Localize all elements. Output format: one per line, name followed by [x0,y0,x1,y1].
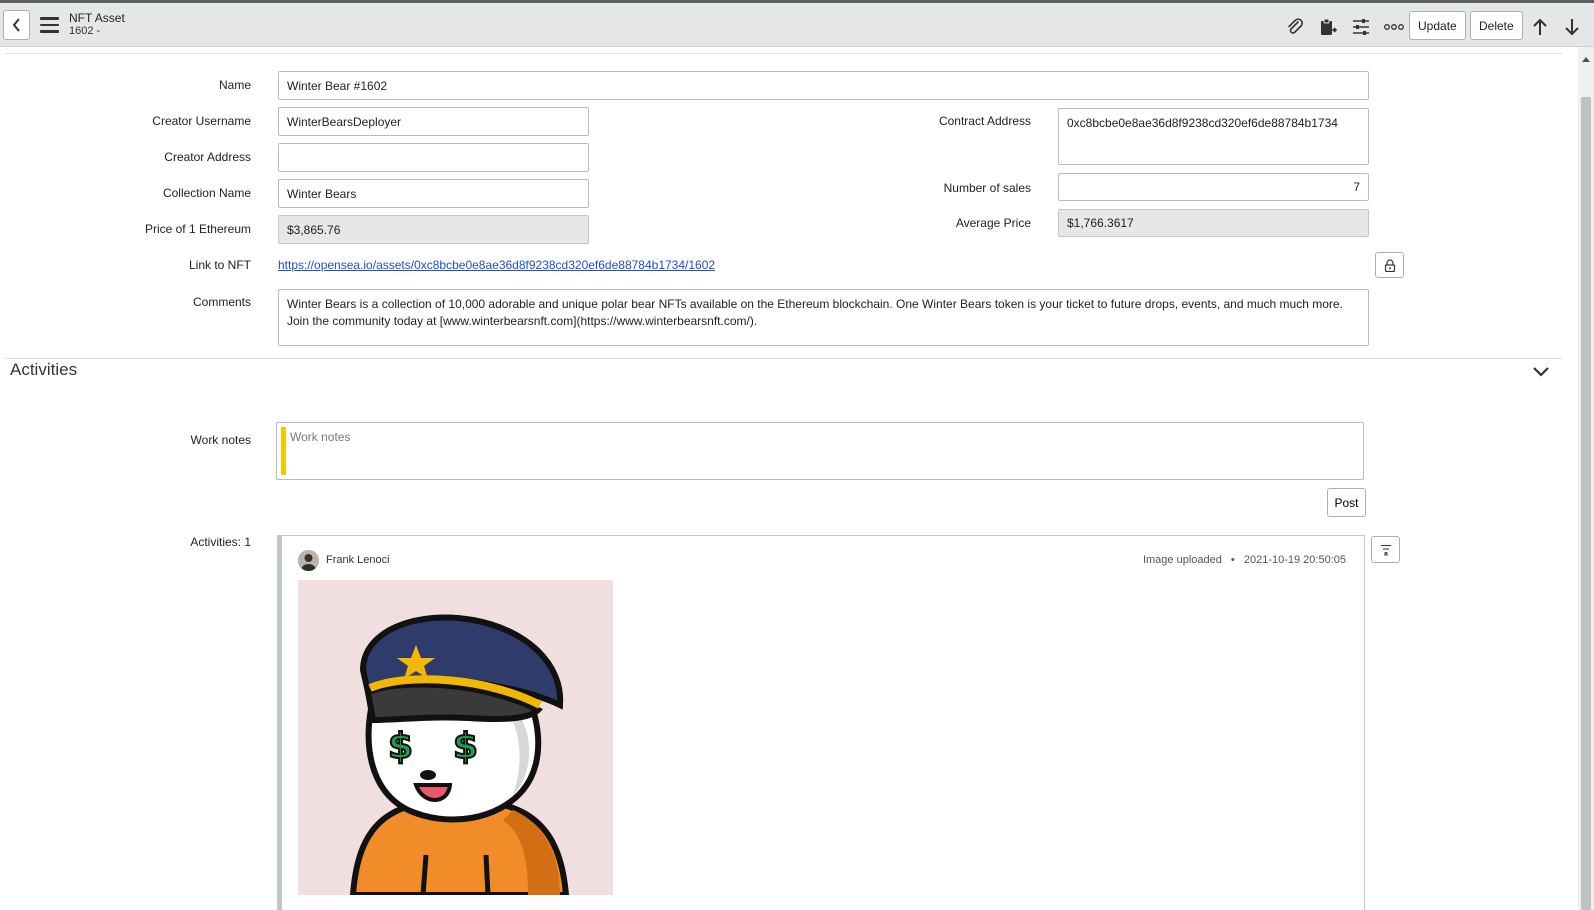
unlock-link-button[interactable] [1375,252,1404,278]
chevron-left-icon [12,18,20,32]
work-notes-placeholder: Work notes [290,430,351,444]
nft-link[interactable]: https://opensea.io/assets/0xc8bcbe0e8ae3… [278,258,715,272]
scroll-up-icon[interactable] [1582,57,1590,62]
activity-action: Image uploaded [1142,554,1222,566]
contract-address-label: Contract Address [938,114,1031,128]
more-options-icon[interactable] [1383,16,1405,38]
menu-icon[interactable] [40,17,59,33]
mandatory-indicator [281,427,286,475]
activities-heading: Activities [10,360,78,379]
comments-field[interactable]: Winter Bears is a collection of 10,000 a… [278,289,1369,346]
post-button[interactable]: Post [1327,488,1366,517]
update-button[interactable]: Update [1409,11,1466,40]
creator-address-field[interactable] [278,143,589,172]
divider [5,53,1562,54]
comments-label: Comments [192,295,251,309]
svg-text:$: $ [453,726,478,767]
collapse-chevron-icon[interactable] [1532,366,1550,381]
work-notes-input[interactable]: Work notes [276,422,1364,480]
collection-name-field[interactable]: Winter Bears [278,179,589,208]
lock-icon [1384,258,1395,272]
average-price-label: Average Price [955,216,1031,230]
price-ethereum-field: $3,865.76 [278,215,589,244]
record-number: 1602 - [69,25,101,37]
arrow-up-icon[interactable] [1529,16,1551,38]
activity-timestamp: 2021-10-19 20:50:05 [1243,554,1346,566]
activities-count: Activities: 1 [190,535,251,549]
number-of-sales-label: Number of sales [943,181,1031,195]
delete-button[interactable]: Delete [1470,11,1523,40]
contract-address-field[interactable]: 0xc8bcbe0e8ae36d8f9238cd320ef6de88784b17… [1058,108,1369,165]
back-button[interactable] [3,10,30,40]
avatar [298,550,319,571]
link-to-nft-label: Link to NFT [188,258,251,272]
arrow-down-icon[interactable] [1561,16,1583,38]
name-field[interactable]: Winter Bear #1602 [278,71,1369,100]
filter-icon [1380,544,1391,556]
creator-username-label: Creator Username [152,114,251,128]
record-title: NFT Asset 1602 - [69,12,125,38]
scrollbar[interactable] [1578,47,1594,910]
paperclip-icon[interactable] [1284,16,1306,38]
collection-name-label: Collection Name [162,186,251,200]
price-ethereum-label: Price of 1 Ethereum [144,222,251,236]
creator-address-label: Creator Address [164,150,251,164]
name-label: Name [218,78,251,92]
section-divider [5,358,1562,359]
clipboard-icon[interactable] [1317,16,1339,38]
form-header: NFT Asset 1602 - Update Delete [0,0,1594,47]
svg-text:$: $ [388,726,413,767]
settings-sliders-icon[interactable] [1350,16,1372,38]
scrollbar-thumb[interactable] [1581,97,1591,910]
activity-user: Frank Lenoci [326,554,390,566]
creator-username-field[interactable]: WinterBearsDeployer [278,107,589,136]
activity-meta: Image uploaded • 2021-10-19 20:50:05 [1142,554,1346,566]
filter-activities-button[interactable] [1371,536,1400,563]
activity-entry: Frank Lenoci Image uploaded • 2021-10-19… [277,535,1365,910]
work-notes-label: Work notes [190,433,251,447]
number-of-sales-field[interactable]: 7 [1058,173,1369,201]
page-title: NFT Asset [69,11,125,25]
average-price-field: $1,766.3617 [1058,209,1369,237]
nft-image[interactable]: $ $ [298,580,613,895]
